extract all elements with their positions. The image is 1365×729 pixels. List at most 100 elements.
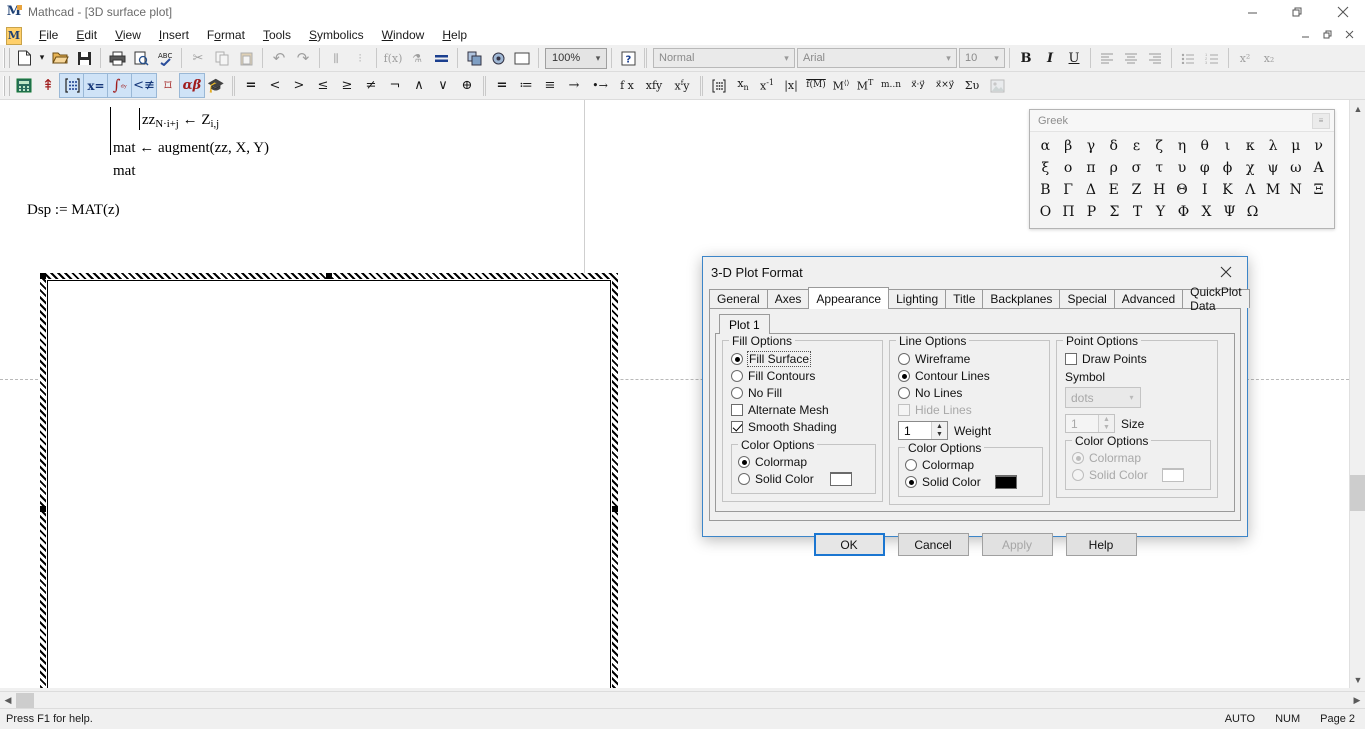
minimize-button[interactable] [1230,0,1275,24]
insert-hyperlink-button[interactable] [510,47,534,70]
greek-key-upsilon[interactable]: υ [1171,157,1194,179]
transpose-button[interactable]: MT [853,74,877,97]
greek-key-Beta[interactable]: Β [1034,179,1057,201]
alternate-mesh-checkbox[interactable] [731,404,743,416]
tab-advanced[interactable]: Advanced [1113,289,1184,308]
resize-handle-left-middle[interactable] [40,506,46,512]
xor-button[interactable]: ⊕ [455,74,479,97]
greek-key-Sigma[interactable]: Σ [1103,201,1126,223]
greek-key-omicron[interactable]: ο [1057,157,1080,179]
style-combobox[interactable]: Normal ▾ [653,48,795,68]
not-button[interactable]: ¬ [383,74,407,97]
new-document-button[interactable] [12,47,36,70]
fill-solid-color-radio[interactable] [738,473,750,485]
undo-button[interactable]: ↶ [267,47,291,70]
draw-points-check-row[interactable]: Draw Points [1065,351,1211,367]
toolbar-grip[interactable] [3,48,10,68]
surface-plot-region[interactable] [40,273,618,688]
line-weight-spinner[interactable]: 1 ▲ ▼ [898,421,948,440]
greek-key-xi[interactable]: ξ [1034,157,1057,179]
greek-key-psi[interactable]: ψ [1262,157,1285,179]
greek-key-pi[interactable]: π [1080,157,1103,179]
dialog-close-button[interactable] [1205,258,1247,287]
spin-up-icon[interactable]: ▲ [932,422,947,431]
greek-key-Lambda[interactable]: Λ [1239,179,1262,201]
contour-lines-radio[interactable] [898,370,910,382]
greek-key-Mu[interactable]: Μ [1262,179,1285,201]
vertical-scrollbar[interactable]: ▲ ▼ [1349,100,1365,688]
plot-drawing-area[interactable] [47,280,611,688]
font-combobox[interactable]: Arial ▾ [797,48,957,68]
greek-key-Tau[interactable]: Τ [1126,201,1149,223]
scroll-left-button[interactable]: ◀ [0,692,16,709]
tab-axes[interactable]: Axes [766,289,810,308]
matrix-column-button[interactable]: M⟨⟩ [829,74,853,97]
fill-contours-radio[interactable] [731,370,743,382]
determinant-button[interactable]: |x| [779,74,803,97]
spin-down-icon[interactable]: ▼ [1099,423,1114,432]
vector-sum-button[interactable]: Συ [959,74,985,97]
postfix-button[interactable]: xfy [668,74,696,97]
greek-key-zeta[interactable]: ζ [1148,135,1171,157]
menu-help[interactable]: Help [433,26,476,44]
no-fill-radio[interactable] [731,387,743,399]
line-weight-spin-buttons[interactable]: ▲ ▼ [931,422,947,439]
range-variable-button[interactable]: m..n [877,74,905,97]
line-colormap-radio[interactable] [905,459,917,471]
and-button[interactable]: ∧ [407,74,431,97]
graph-palette-button[interactable]: ⇞ [36,74,60,97]
restore-button[interactable] [1275,0,1320,24]
greek-symbol-palette[interactable]: Greek ≡ α β γ δ ε ζ η θ ι κ λ μ ν ξ ο π … [1029,109,1335,229]
font-size-combobox[interactable]: 10 ▾ [959,48,1005,68]
program-line-2[interactable]: mat ← augment(zz, X, Y) [113,140,269,157]
greek-key-sigma[interactable]: σ [1125,157,1148,179]
greek-key-Omicron[interactable]: Ο [1034,201,1057,223]
fill-surface-radio[interactable] [731,353,743,365]
superscript-button[interactable]: x² [1233,47,1257,70]
program-line-1[interactable]: zzN·i+j ← Zi,j [142,112,219,130]
fill-solid-color-radio-row[interactable]: Solid Color [738,471,871,487]
symbolic-eval-button[interactable]: → [562,74,586,97]
align-across-button[interactable]: ⫼ [324,47,348,70]
horizontal-scrollbar[interactable]: ◀ ▶ [0,691,1365,708]
tab-general[interactable]: General [709,289,768,308]
menu-format[interactable]: Format [198,26,254,44]
align-center-button[interactable] [1119,47,1143,70]
print-preview-button[interactable] [129,47,153,70]
fill-color-swatch[interactable] [829,472,852,486]
tab-quickplot-data[interactable]: QuickPlot Data [1182,285,1250,313]
spin-up-icon[interactable]: ▲ [1099,415,1114,424]
symbolic-palette-button[interactable]: 🎓 [204,74,228,97]
help-button[interactable]: Help [1065,533,1137,556]
fill-surface-radio-row[interactable]: Fill Surface [731,351,876,367]
align-right-button[interactable] [1143,47,1167,70]
greek-key-Pi[interactable]: Π [1057,201,1080,223]
draw-points-checkbox[interactable] [1065,353,1077,365]
greek-key-Kappa[interactable]: Κ [1216,179,1239,201]
no-fill-radio-row[interactable]: No Fill [731,385,876,401]
scroll-up-button[interactable]: ▲ [1350,100,1365,117]
greek-key-Psi[interactable]: Ψ [1218,201,1241,223]
zoom-combobox[interactable]: 100% ▾ [545,47,607,69]
greek-key-phi[interactable]: φ [1193,157,1216,179]
greek-key-Omega[interactable]: Ω [1241,201,1264,223]
greek-key-kappa[interactable]: κ [1239,135,1262,157]
fill-colormap-radio-row[interactable]: Colormap [738,454,871,470]
greek-key-chi[interactable]: χ [1239,157,1262,179]
menu-file[interactable]: FFileile [30,26,67,44]
greek-key-eta[interactable]: η [1171,135,1194,157]
symbolic-keyword-eval-button[interactable]: •→ [586,74,614,97]
palette-close-icon[interactable]: ≡ [1312,112,1330,129]
greek-key-omega[interactable]: ω [1284,157,1307,179]
menu-symbolics[interactable]: Symbolics [300,26,373,44]
line-color-swatch[interactable] [994,475,1017,489]
menu-view[interactable]: View [106,26,150,44]
matrix-insert-button[interactable] [707,74,731,97]
ok-button[interactable]: OK [813,533,885,556]
tab-title[interactable]: Title [945,289,984,308]
palette-title-bar[interactable]: Greek ≡ [1030,110,1334,132]
greek-key-mu[interactable]: μ [1284,135,1307,157]
greek-key-epsilon[interactable]: ε [1125,135,1148,157]
definition-expression[interactable]: Dsp := MAT(z) [27,202,120,219]
underline-button[interactable]: U [1062,47,1086,70]
